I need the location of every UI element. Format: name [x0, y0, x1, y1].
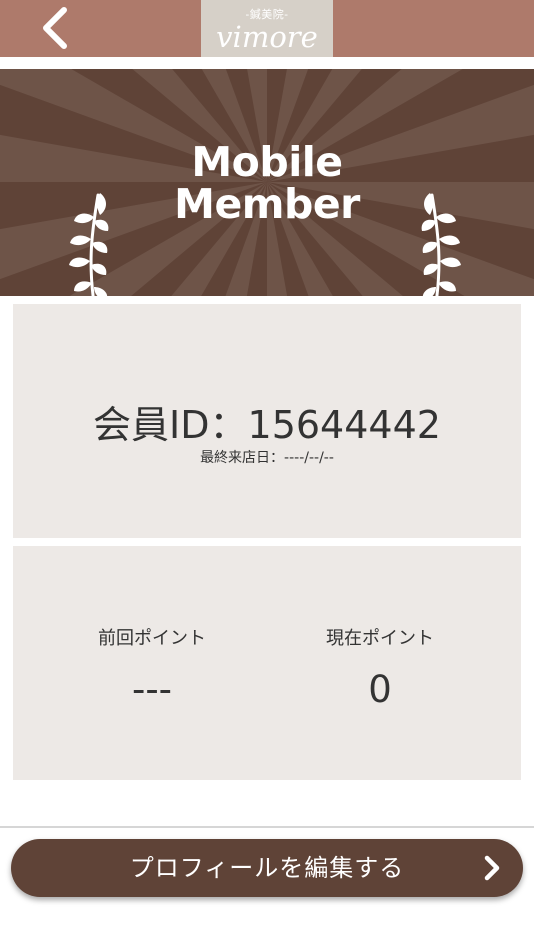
- points-card: 前回ポイント --- 現在ポイント 0: [13, 546, 521, 780]
- member-id: 会員ID：15644442: [93, 403, 441, 447]
- member-id-card: 会員ID：15644442 最終来店日：----/--/--: [13, 304, 521, 538]
- last-visit-date: 最終来店日：----/--/--: [200, 450, 334, 466]
- previous-points-label: 前回ポイント: [98, 628, 206, 649]
- current-points-label: 現在ポイント: [326, 628, 434, 649]
- previous-points-value: ---: [131, 668, 173, 711]
- chevron-left-icon: [43, 7, 67, 49]
- edit-profile-label: プロフィールを編集する: [129, 854, 405, 882]
- brand-logo[interactable]: -鍼美院- vimore: [201, 0, 333, 57]
- edit-profile-button[interactable]: プロフィールを編集する: [11, 839, 523, 897]
- logo-wordmark: vimore: [216, 20, 318, 54]
- chevron-right-icon: [484, 855, 500, 881]
- previous-points: 前回ポイント ---: [62, 624, 242, 711]
- current-points: 現在ポイント 0: [290, 624, 470, 711]
- divider: [0, 826, 534, 828]
- banner-title-line2: Member: [174, 180, 360, 228]
- top-bar: -鍼美院- vimore: [0, 0, 534, 57]
- current-points-value: 0: [368, 668, 392, 711]
- member-banner: Mobile Member: [0, 69, 534, 296]
- back-button[interactable]: [28, 2, 82, 54]
- banner-title: Mobile Member: [0, 141, 534, 225]
- banner-title-line1: Mobile: [191, 138, 343, 186]
